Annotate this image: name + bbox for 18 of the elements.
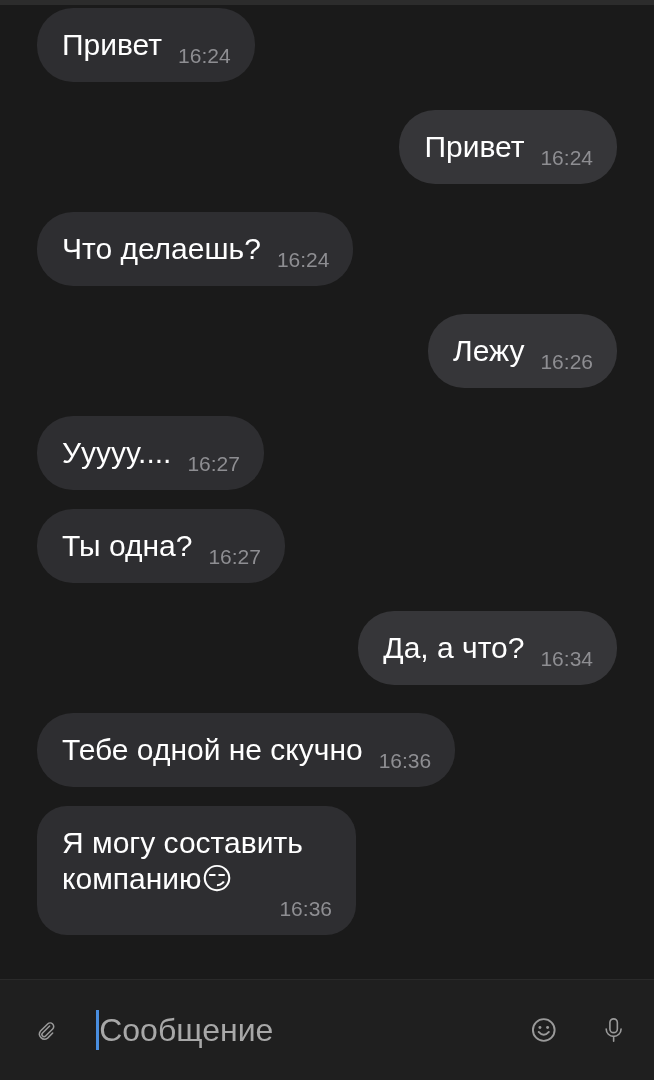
message-text: Привет xyxy=(424,130,525,163)
message-text: Ты одна? xyxy=(62,529,193,562)
message-time: 16:27 xyxy=(208,545,261,569)
message-time: 16:24 xyxy=(178,44,231,68)
message-time: 16:34 xyxy=(540,647,593,671)
message-time: 16:24 xyxy=(276,248,330,272)
message-text: Лежу xyxy=(453,334,525,367)
message-time: 16:36 xyxy=(378,749,432,773)
message-time: 16:26 xyxy=(540,350,593,374)
message-text: Я могу составить компанию😏 xyxy=(62,825,304,897)
message-time: 16:24 xyxy=(540,146,593,170)
message-time: 16:36 xyxy=(278,897,332,921)
message-time: 16:27 xyxy=(187,452,240,476)
message-text: Что делаешь? xyxy=(62,232,261,265)
message-text: Да, а что? xyxy=(383,631,525,664)
message-text: Привет xyxy=(62,28,163,61)
message-text: Ууууу.... xyxy=(62,436,172,469)
message-text: Тебе одной не скучно xyxy=(62,733,363,766)
